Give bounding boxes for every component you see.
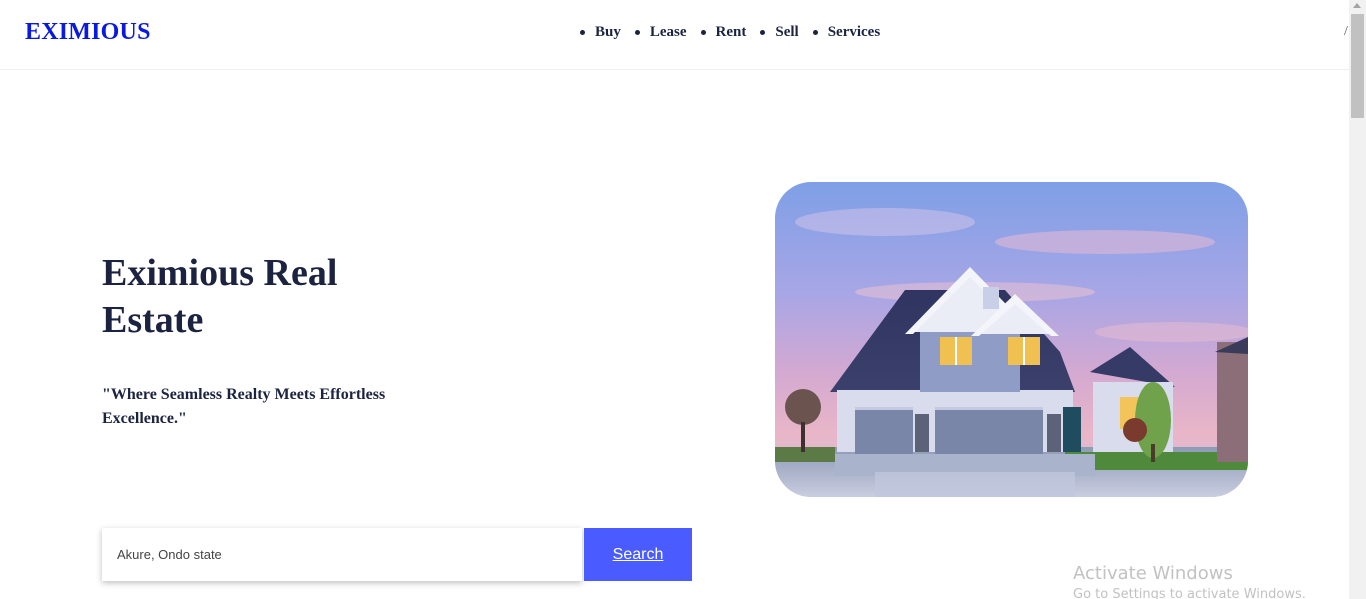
nav-menu: Buy Lease Rent Sell Services	[580, 24, 894, 41]
scrollbar-thumb[interactable]	[1351, 14, 1364, 118]
house-illustration	[775, 182, 1248, 497]
hero-title: Eximious Real Estate	[102, 252, 338, 341]
navbar: EXIMIOUS Buy Lease Rent Sell Services /	[0, 0, 1349, 70]
nav-item-sell[interactable]: Sell	[760, 24, 799, 41]
hero-tagline: "Where Seamless Realty Meets Effortless …	[102, 386, 386, 427]
page-scrollbar[interactable]	[1349, 0, 1366, 599]
site-logo[interactable]: EXIMIOUS	[25, 19, 151, 46]
watermark-title: Activate Windows	[1073, 563, 1233, 584]
bullet-icon	[812, 30, 818, 35]
house-photo	[775, 182, 1248, 497]
location-search-input[interactable]	[102, 528, 582, 581]
nav-link-lease[interactable]: Lease	[650, 24, 687, 41]
nav-item-buy[interactable]: Buy	[580, 24, 621, 41]
bullet-icon	[700, 30, 706, 35]
nav-item-services[interactable]: Services	[812, 24, 880, 41]
search-button[interactable]: Search	[584, 528, 692, 581]
nav-link-services[interactable]: Services	[828, 24, 880, 41]
nav-extra-text: /	[1344, 24, 1348, 39]
scroll-up-arrow-icon[interactable]	[1353, 3, 1361, 8]
bullet-icon	[760, 30, 766, 35]
nav-item-rent[interactable]: Rent	[700, 24, 747, 41]
bullet-icon	[634, 30, 640, 35]
nav-item-lease[interactable]: Lease	[634, 24, 687, 41]
bullet-icon	[580, 30, 585, 35]
watermark-subtitle: Go to Settings to activate Windows.	[1073, 587, 1306, 599]
nav-link-buy[interactable]: Buy	[595, 24, 621, 41]
windows-activation-watermark: Activate Windows Go to Settings to activ…	[1073, 563, 1306, 599]
nav-link-sell[interactable]: Sell	[775, 24, 798, 41]
nav-link-rent[interactable]: Rent	[716, 24, 747, 41]
